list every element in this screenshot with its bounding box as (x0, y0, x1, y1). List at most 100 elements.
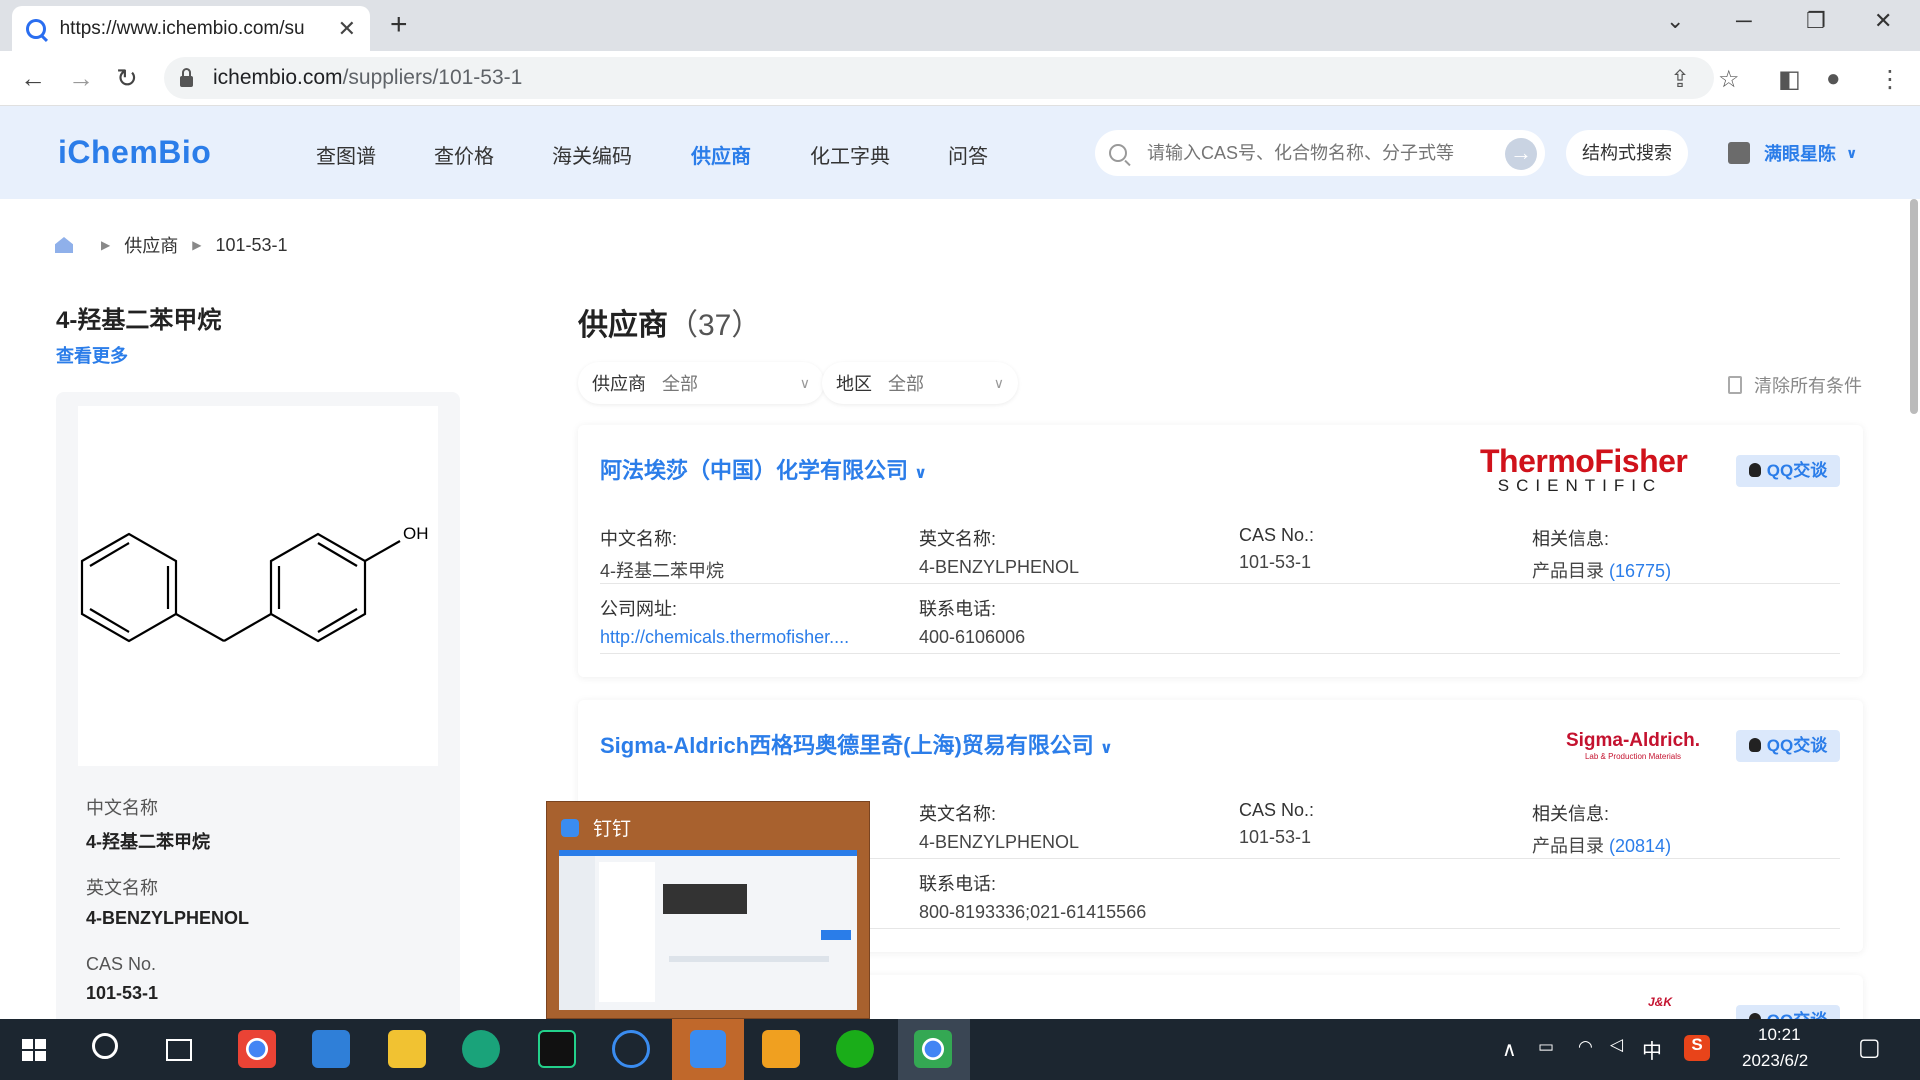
chevron-down-icon: ∨ (993, 374, 1004, 391)
supplier-logo: Sigma-Aldrich. Lab & Production Material… (1565, 730, 1701, 761)
dingtalk-icon (690, 1030, 726, 1068)
breadcrumb-suppliers[interactable]: 供应商 (124, 232, 178, 258)
structure-search-button[interactable]: 结构式搜索 (1566, 130, 1688, 176)
field-website: 公司网址: http://chemicals.thermofisher.... (600, 599, 850, 647)
profile-icon[interactable]: ● (1826, 65, 1841, 93)
menu-kebab-icon[interactable]: ⋮ (1878, 65, 1902, 94)
catalog-link[interactable]: (16775) (1609, 561, 1671, 581)
search-input[interactable] (1147, 142, 1487, 164)
website-link[interactable]: http://chemicals.thermofisher.... (600, 627, 849, 647)
qq-chat-button[interactable]: QQ交谈 (1736, 455, 1840, 487)
field-en-name: 英文名称: 4-BENZYLPHENOL (919, 529, 1080, 577)
site-logo[interactable]: iChemBio (58, 134, 211, 171)
tab-search-chevron-icon[interactable]: ⌄ (1666, 8, 1684, 34)
notification-icon[interactable]: ▢ (1858, 1033, 1881, 1062)
prop-cas: CAS No. 101-53-1 (86, 954, 159, 1003)
chrome-icon[interactable] (238, 1030, 276, 1068)
wifi-icon[interactable]: ◠ (1578, 1037, 1593, 1057)
suppliers-heading: 供应商（37） (578, 309, 762, 342)
chevron-down-icon: ∨ (799, 374, 810, 391)
lock-icon (180, 67, 193, 87)
field-phone: 联系电话: 800-8193336;021-61415566 (919, 874, 1147, 922)
chevron-down-icon: ∨ (1099, 740, 1113, 757)
field-info: 相关信息: 产品目录 (20814) (1532, 804, 1672, 856)
search-submit-arrow-icon[interactable]: → (1505, 138, 1537, 170)
filter-region[interactable]: 地区 全部 ∨ (822, 362, 1018, 404)
reload-icon[interactable]: ↻ (116, 63, 138, 94)
sogou-ime-icon[interactable]: S (1684, 1035, 1710, 1061)
volume-icon[interactable]: ◁ (1610, 1035, 1623, 1055)
home-icon[interactable] (55, 237, 73, 253)
prop-en-name: 英文名称 4-BENZYLPHENOL (86, 878, 250, 928)
taskbar-active-app[interactable] (672, 1019, 744, 1080)
catalog-link[interactable]: (20814) (1609, 836, 1671, 856)
window-close-icon[interactable]: ✕ (1874, 8, 1892, 34)
page-scrollbar[interactable] (1908, 199, 1920, 1019)
view-more-link[interactable]: 查看更多 (56, 342, 128, 368)
back-icon[interactable]: ← (20, 63, 46, 94)
menu-spectra[interactable]: 查图谱 (316, 140, 376, 169)
breadcrumb-separator-icon: ▶ (192, 238, 202, 252)
browser-tab[interactable]: https://www.ichembio.com/su ✕ (12, 6, 370, 51)
new-tab-button[interactable]: + (390, 8, 408, 42)
taskbar-preview-popup[interactable]: 钉钉 (546, 801, 870, 1019)
divider (600, 653, 1840, 654)
compound-card: OH 中文名称 4-羟基二苯甲烷 英文名称 4-BENZYLPHENOL CAS… (56, 392, 460, 1032)
qq-chat-button[interactable]: QQ交谈 (1736, 730, 1840, 762)
field-cas: CAS No.: 101-53-1 (1239, 800, 1315, 847)
window-thumbnail[interactable] (559, 850, 857, 1010)
supplier-card: 阿法埃莎（中国）化学有限公司 ∨ ThermoFisher SCIENTIFIC… (578, 425, 1863, 677)
molecule-structure-image: OH (78, 406, 438, 766)
edge-icon[interactable] (462, 1030, 500, 1068)
restore-icon[interactable]: ❐ (1806, 8, 1826, 34)
menu-price[interactable]: 查价格 (434, 140, 494, 169)
menu-dictionary[interactable]: 化工字典 (810, 140, 890, 169)
url-text: ichembio.com/suppliers/101-53-1 (213, 66, 523, 89)
search-icon (1109, 144, 1127, 162)
menu-qa[interactable]: 问答 (948, 140, 988, 169)
taskbar-chrome-active[interactable] (898, 1019, 970, 1080)
clock-time[interactable]: 10:21 (1758, 1025, 1801, 1045)
preview-title: 钉钉 (593, 819, 632, 840)
clock-date[interactable]: 2023/6/2 (1742, 1051, 1808, 1071)
search-icon[interactable] (92, 1033, 118, 1059)
dingtalk-icon (561, 818, 579, 837)
task-view-icon[interactable] (166, 1039, 192, 1061)
menu-hs-code[interactable]: 海关编码 (552, 140, 632, 169)
bookmark-star-icon[interactable]: ☆ (1718, 65, 1740, 94)
address-bar[interactable]: ichembio.com/suppliers/101-53-1 (164, 57, 1714, 99)
share-icon[interactable]: ⇪ (1670, 65, 1690, 94)
supplier-name-link[interactable]: 阿法埃莎（中国）化学有限公司 ∨ (600, 453, 927, 485)
battery-icon[interactable]: ▭ (1538, 1037, 1554, 1057)
pycharm-icon[interactable] (538, 1030, 576, 1068)
field-phone: 联系电话: 400-6106006 (919, 599, 1026, 647)
qq-icon (1748, 463, 1761, 477)
wechat-icon[interactable] (836, 1030, 874, 1068)
filter-supplier[interactable]: 供应商 全部 ∨ (578, 362, 824, 404)
supplier-name-link[interactable]: Sigma-Aldrich西格玛奥德里奇(上海)贸易有限公司 ∨ (600, 728, 1113, 760)
start-windows-icon[interactable] (22, 1039, 46, 1061)
tab-close-icon[interactable]: ✕ (338, 16, 356, 42)
user-menu[interactable]: 满眼星陈 ∨ (1728, 140, 1857, 166)
supplier-logo: ThermoFisher SCIENTIFIC (1480, 443, 1688, 495)
ime-indicator[interactable]: 中 (1642, 1035, 1662, 1064)
forward-icon[interactable]: → (68, 63, 94, 94)
compound-title: 4-羟基二苯甲烷 (56, 307, 222, 334)
minimize-icon[interactable]: ─ (1736, 8, 1752, 34)
app-icon[interactable] (612, 1030, 650, 1068)
side-panel-icon[interactable]: ◧ (1778, 65, 1801, 94)
tray-expand-icon[interactable]: ∧ (1502, 1037, 1517, 1062)
username: 满眼星陈 (1764, 144, 1836, 164)
sublime-text-icon[interactable] (762, 1030, 800, 1068)
file-explorer-icon[interactable] (388, 1030, 426, 1068)
chrome-icon (914, 1030, 952, 1068)
menu-suppliers[interactable]: 供应商 (691, 140, 751, 169)
scrollbar-thumb[interactable] (1910, 199, 1918, 414)
prop-cn-name: 中文名称 4-羟基二苯甲烷 (86, 798, 211, 852)
search-box: → (1095, 130, 1545, 176)
mail-icon[interactable] (312, 1030, 350, 1068)
clear-filters-button[interactable]: 清除所有条件 (1728, 372, 1862, 398)
chevron-down-icon: ∨ (914, 465, 928, 482)
field-cn-name: 中文名称: 4-羟基二苯甲烷 (600, 529, 725, 581)
field-cas: CAS No.: 101-53-1 (1239, 525, 1315, 572)
